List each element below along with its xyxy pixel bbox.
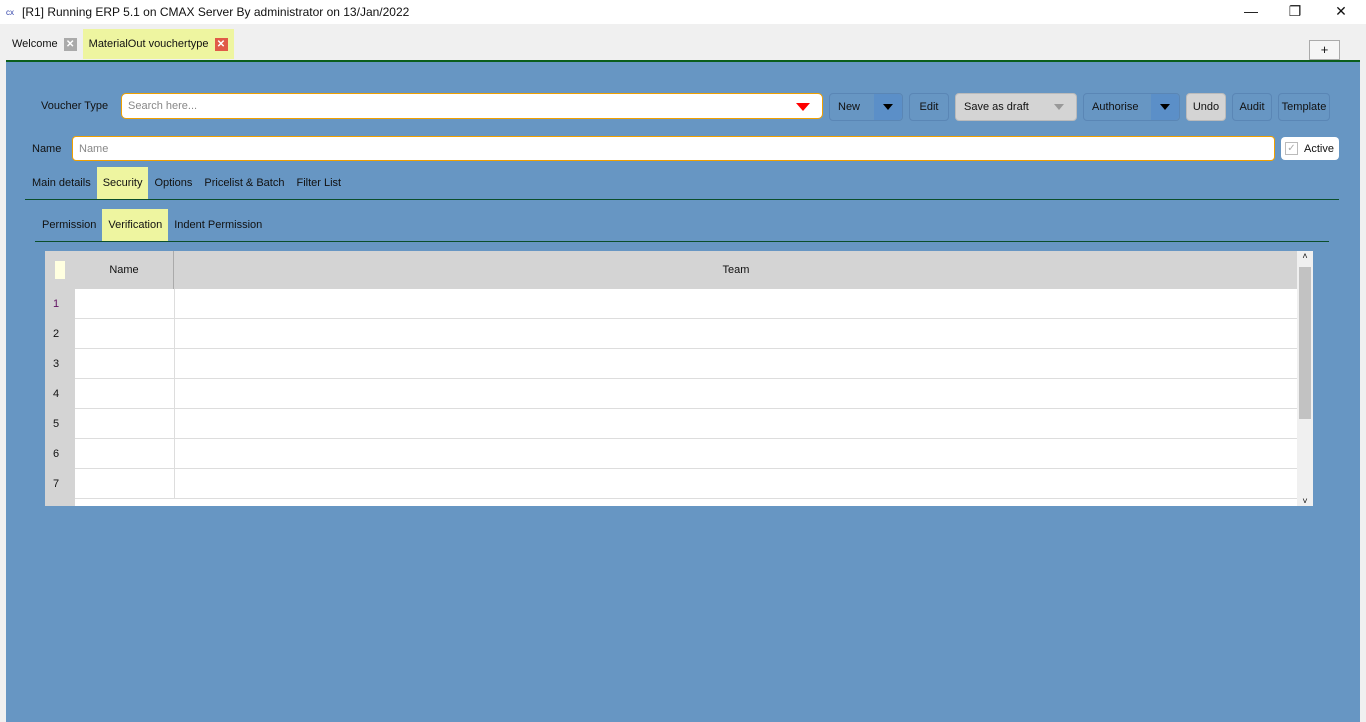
audit-label: Audit — [1239, 101, 1265, 113]
row-number: 2 — [45, 319, 75, 349]
tab-welcome[interactable]: Welcome ✕ — [6, 29, 83, 59]
tab-filter-list[interactable]: Filter List — [290, 167, 347, 199]
tab-verification[interactable]: Verification — [102, 209, 169, 241]
edit-label: Edit — [919, 101, 939, 113]
table-row[interactable]: 3 — [45, 349, 1297, 379]
authorise-dropdown[interactable] — [1151, 94, 1179, 120]
table-row[interactable]: 2 — [45, 319, 1297, 349]
main-tabs: Main details Security Options Pricelist … — [26, 167, 347, 199]
voucher-type-search[interactable]: Search here... — [121, 93, 823, 119]
new-button[interactable]: New — [829, 93, 903, 121]
name-placeholder: Name — [79, 142, 109, 155]
authorise-label: Authorise — [1092, 101, 1139, 113]
authorise-button[interactable]: Authorise — [1083, 93, 1180, 121]
template-button[interactable]: Template — [1278, 93, 1330, 121]
table-row[interactable]: 4 — [45, 379, 1297, 409]
table-row[interactable]: 1 — [45, 289, 1297, 319]
row-number: 4 — [45, 379, 75, 409]
template-label: Template — [1281, 101, 1327, 113]
new-label: New — [838, 101, 861, 113]
tab-permission[interactable]: Permission — [36, 209, 102, 241]
table-row[interactable]: 5 — [45, 409, 1297, 439]
scroll-up-icon[interactable]: ˄ — [1297, 251, 1313, 267]
row-number: 5 — [45, 409, 75, 439]
name-input[interactable]: Name — [72, 136, 1275, 161]
divider — [25, 199, 1339, 200]
audit-button[interactable]: Audit — [1232, 93, 1272, 121]
divider — [35, 241, 1329, 242]
window-title: [R1] Running ERP 5.1 on CMAX Server By a… — [22, 5, 410, 19]
search-placeholder: Search here... — [128, 100, 198, 112]
save-draft-label: Save as draft — [964, 101, 1029, 113]
add-tab-button[interactable]: + — [1309, 40, 1340, 60]
tab-main-details[interactable]: Main details — [26, 167, 97, 199]
name-label: Name — [32, 143, 62, 155]
select-all-cell[interactable] — [55, 261, 65, 279]
column-header-team[interactable]: Team — [175, 251, 1297, 289]
checkbox-check-icon[interactable]: ✓ — [1285, 142, 1298, 155]
scrollbar-thumb[interactable] — [1299, 267, 1311, 419]
verification-grid[interactable]: Name Team 1 2 3 4 5 6 7 ˄ ˅ — [45, 251, 1313, 506]
active-checkbox[interactable]: ✓ Active — [1281, 137, 1339, 160]
chevron-down-icon[interactable] — [1054, 104, 1064, 110]
scroll-down-icon[interactable]: ˅ — [1297, 496, 1313, 506]
dropdown-arrow-icon[interactable] — [796, 103, 810, 111]
main-panel: Voucher Type Search here... New Edit Sav… — [6, 60, 1360, 722]
tab-security[interactable]: Security — [96, 167, 149, 199]
row-number: 3 — [45, 349, 75, 379]
row-number: 7 — [45, 469, 75, 499]
chevron-down-icon — [1160, 104, 1170, 110]
column-header-name[interactable]: Name — [75, 251, 174, 289]
minimize-button[interactable]: — — [1228, 0, 1274, 22]
tab-options[interactable]: Options — [148, 167, 198, 199]
grid-header: Name Team — [45, 251, 1297, 289]
tab-label: MaterialOut vouchertype — [88, 38, 209, 50]
restore-button[interactable]: ❐ — [1272, 0, 1318, 22]
edit-button[interactable]: Edit — [909, 93, 949, 121]
save-as-draft-button[interactable]: Save as draft — [955, 93, 1077, 121]
tab-pricelist-batch[interactable]: Pricelist & Batch — [198, 167, 290, 199]
undo-label: Undo — [1192, 101, 1220, 113]
tab-materialout-vouchertype[interactable]: MaterialOut vouchertype ✕ — [82, 29, 234, 59]
undo-button[interactable]: Undo — [1186, 93, 1226, 121]
title-bar: cx [R1] Running ERP 5.1 on CMAX Server B… — [0, 0, 1366, 24]
close-button[interactable]: ✕ — [1318, 0, 1364, 22]
close-tab-icon[interactable]: ✕ — [63, 37, 77, 51]
new-dropdown[interactable] — [874, 94, 902, 120]
tab-indent-permission[interactable]: Indent Permission — [168, 209, 268, 241]
table-row[interactable]: 6 — [45, 439, 1297, 469]
table-row[interactable]: 7 — [45, 469, 1297, 499]
row-number: 6 — [45, 439, 75, 469]
sub-tabs: Permission Verification Indent Permissio… — [36, 209, 268, 241]
tab-label: Welcome — [12, 38, 58, 50]
vertical-scrollbar[interactable]: ˄ ˅ — [1297, 251, 1313, 506]
app-logo: cx — [6, 7, 14, 17]
active-label: Active — [1304, 142, 1334, 155]
row-number: 1 — [45, 289, 75, 319]
chevron-down-icon — [883, 104, 893, 110]
table-row[interactable] — [45, 499, 1297, 506]
close-tab-icon[interactable]: ✕ — [214, 37, 228, 51]
voucher-type-label: Voucher Type — [41, 100, 109, 112]
